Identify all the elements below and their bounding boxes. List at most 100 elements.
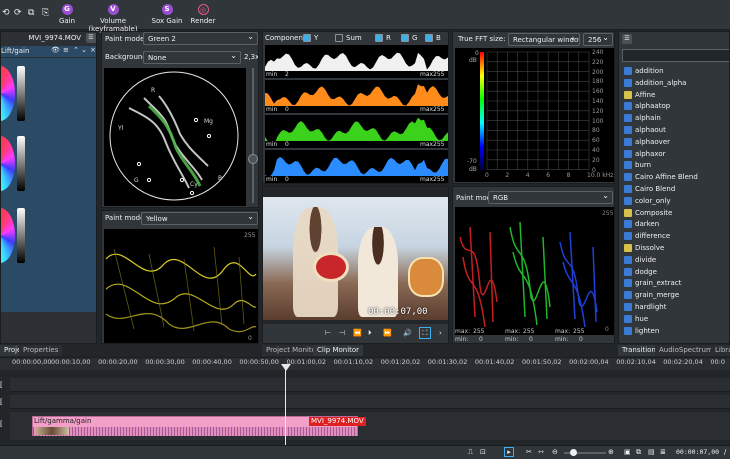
more-arrow-icon[interactable]: › bbox=[439, 329, 442, 337]
effect-item-affine[interactable]: Affine bbox=[624, 90, 655, 103]
effect-item-cairo-blend[interactable]: Cairo Blend bbox=[624, 185, 675, 197]
effect-item-grain-extract[interactable]: grain_extract bbox=[624, 279, 681, 291]
effect-item-label: alphain bbox=[635, 114, 661, 123]
rgb-red-max-value: 255 bbox=[473, 328, 485, 335]
track-3-lock-icon[interactable]: [ bbox=[0, 420, 3, 428]
playhead-line[interactable] bbox=[285, 364, 286, 446]
transition-icon bbox=[624, 137, 632, 146]
vectorscope-background-select[interactable]: None bbox=[143, 51, 241, 64]
vectorscope-canvas: Mg R Yl B G Cy bbox=[104, 68, 246, 206]
zoom-slider[interactable] bbox=[564, 449, 606, 456]
fft-right-tick: 120 bbox=[592, 107, 604, 115]
effect-item-alphaatop[interactable]: alphaatop bbox=[624, 102, 670, 114]
target-r: R bbox=[151, 87, 155, 94]
zoom-slider-track[interactable] bbox=[252, 68, 254, 203]
component-check-b[interactable] bbox=[425, 34, 433, 42]
track-1 bbox=[10, 378, 730, 392]
gain-button[interactable]: G Gain bbox=[57, 0, 77, 30]
forward-icon[interactable]: ⏩ bbox=[383, 329, 392, 337]
paste-icon[interactable]: ⎘ bbox=[42, 8, 49, 18]
select-tool-icon[interactable]: ▸ bbox=[504, 447, 514, 457]
effect-item-alphaover[interactable]: alphaover bbox=[624, 137, 670, 150]
play-icon[interactable]: ⏵ bbox=[368, 329, 372, 338]
undo-icon[interactable]: ⟲ bbox=[2, 8, 10, 18]
tab-properties[interactable]: Properties bbox=[19, 345, 63, 356]
volume-button[interactable]: V Volume (keyframable) bbox=[80, 0, 146, 33]
down-icon[interactable]: ⌄ bbox=[81, 46, 87, 54]
monitor-timecode: 00:00:07,00 bbox=[368, 307, 428, 317]
effect-item-burn[interactable]: burn bbox=[624, 161, 651, 173]
redo-icon[interactable]: ⟳ bbox=[14, 8, 22, 18]
hist-max-value-3: 255 bbox=[433, 176, 445, 183]
effect-item-alphain[interactable]: alphain bbox=[624, 114, 661, 126]
zoom-slider-handle[interactable] bbox=[248, 154, 258, 164]
panel-menu-button[interactable]: ☰ bbox=[86, 33, 96, 43]
lift-slider[interactable] bbox=[17, 66, 25, 121]
track-2-lock-icon[interactable]: [ bbox=[0, 398, 3, 406]
in-point-icon[interactable]: ⊢ bbox=[325, 329, 331, 337]
rgb-green-max-value: 255 bbox=[523, 328, 535, 335]
component-check-y[interactable] bbox=[303, 34, 311, 42]
effect-item-addition[interactable]: addition bbox=[624, 67, 664, 79]
sox-gain-button[interactable]: S Sox Gain bbox=[151, 0, 183, 30]
volume-icon[interactable]: 🔊 bbox=[403, 329, 412, 337]
fit-icon[interactable]: ▣ bbox=[624, 448, 631, 456]
rgb-paint-mode-select[interactable]: RGB bbox=[488, 191, 613, 204]
fft-window-select[interactable]: Rectangular window bbox=[508, 33, 580, 46]
out-point-icon[interactable]: ⊣ bbox=[339, 329, 345, 337]
tab-audiospectrum[interactable]: AudioSpectrum bbox=[655, 345, 717, 356]
gain-slider[interactable] bbox=[17, 208, 25, 263]
more-icon[interactable]: ≡ bbox=[63, 46, 69, 54]
effect-item-alphaout[interactable]: alphaout bbox=[624, 126, 666, 138]
vectorscope-paint-mode-select[interactable]: Green 2 bbox=[143, 32, 258, 45]
effect-item-color-only[interactable]: color_only bbox=[624, 196, 671, 209]
effect-item-composite[interactable]: Composite bbox=[624, 208, 672, 221]
spacer-icon[interactable]: ⇿ bbox=[538, 448, 544, 456]
component-check-sum[interactable] bbox=[335, 34, 343, 42]
effect-item-alphaxor[interactable]: alphaxor bbox=[624, 149, 666, 162]
effect-item-hardlight[interactable]: hardlight bbox=[624, 303, 666, 315]
up-icon[interactable]: ⌃ bbox=[73, 46, 79, 54]
effect-item-addition-alpha[interactable]: addition_alpha bbox=[624, 78, 686, 91]
zoom-in-icon[interactable]: ⊕ bbox=[608, 448, 614, 456]
effects-menu-button[interactable]: ☰ bbox=[622, 34, 632, 44]
ripple-icon[interactable]: ⊡ bbox=[480, 448, 486, 456]
component-check-r[interactable] bbox=[375, 34, 383, 42]
effect-item-dodge[interactable]: dodge bbox=[624, 267, 657, 280]
track-1-lock-icon[interactable]: [ bbox=[0, 381, 3, 389]
effect-item-grain-merge[interactable]: grain_merge bbox=[624, 291, 679, 303]
fft-size-select[interactable]: 256 bbox=[583, 33, 613, 46]
rewind-icon[interactable]: ⏪ bbox=[353, 329, 362, 337]
effect-item-hue[interactable]: hue bbox=[624, 314, 648, 327]
track-tool-icon[interactable]: ⎍ bbox=[468, 448, 473, 457]
effect-item-lighten[interactable]: lighten bbox=[624, 326, 659, 339]
effect-item-cairo-affine-blend[interactable]: Cairo Affine Blend bbox=[624, 173, 698, 185]
close-icon[interactable]: × bbox=[90, 46, 96, 54]
effects-search-input[interactable] bbox=[622, 49, 729, 62]
effect-item-dissolve[interactable]: Dissolve bbox=[624, 244, 664, 256]
fullscreen-icon[interactable]: ⛶ bbox=[419, 327, 431, 339]
transition-icon bbox=[624, 255, 632, 264]
histogram-fill-2 bbox=[265, 117, 448, 147]
monitor-icon[interactable]: ▤ bbox=[648, 448, 655, 456]
razor-icon[interactable]: ✂ bbox=[526, 448, 532, 456]
split-icon[interactable]: ⧉ bbox=[636, 448, 641, 457]
effect-header[interactable]: Lift/gain 👁 ≡ ⌃ ⌄ × bbox=[1, 46, 96, 57]
hist-min-word-3: min bbox=[266, 176, 278, 183]
timeline-clip[interactable]: Lift/gamma/gain MVI_9974.MOV bbox=[32, 416, 366, 436]
waveform-paint-mode-select[interactable]: Yellow bbox=[141, 212, 258, 225]
effect-item-divide[interactable]: divide bbox=[624, 255, 656, 268]
copy-icon[interactable]: ⧉ bbox=[28, 8, 34, 18]
effect-item-darken[interactable]: darken bbox=[624, 220, 659, 232]
list-icon[interactable]: ≣ bbox=[660, 448, 666, 456]
render-button[interactable]: ◎ Render bbox=[190, 0, 216, 30]
tab-library[interactable]: Libra bbox=[711, 345, 730, 356]
tab-clip-monitor[interactable]: Clip Monitor bbox=[313, 345, 364, 356]
effect-item-difference[interactable]: difference bbox=[624, 232, 670, 244]
gamma-slider[interactable] bbox=[17, 136, 25, 191]
zoom-out-icon[interactable]: ⊖ bbox=[552, 448, 558, 456]
eye-icon[interactable]: 👁 bbox=[51, 46, 60, 54]
render-icon: ◎ bbox=[197, 4, 209, 15]
zoom-handle[interactable] bbox=[570, 449, 577, 456]
component-check-g[interactable] bbox=[401, 34, 409, 42]
